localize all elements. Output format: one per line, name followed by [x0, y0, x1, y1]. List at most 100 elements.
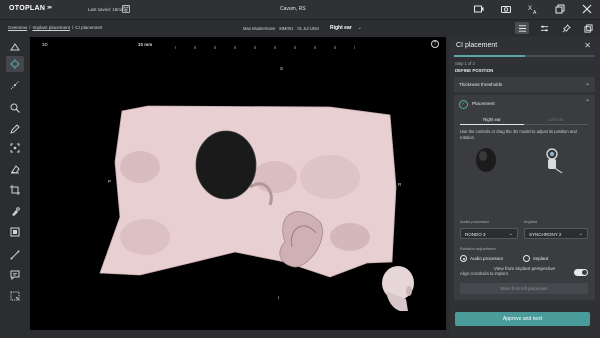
implant-select[interactable]: SYNCHRONY 2 ⌄: [524, 228, 588, 239]
tab-left-ear[interactable]: Left ear: [524, 116, 588, 125]
pin-view-tab[interactable]: [559, 22, 573, 34]
radio-audio-processor[interactable]: Audio processor: [460, 255, 503, 262]
ruler-icon: [10, 250, 20, 260]
patient-name: Max Mustermann: [243, 26, 276, 31]
patient-dob: 01 Jul 1964: [297, 26, 319, 31]
implant-label: Implant: [524, 219, 538, 224]
pencil-icon: [10, 124, 20, 134]
view-mode-tabs: [515, 22, 595, 34]
align-crosshairs-row: Align crosshairs to implant: [460, 269, 588, 276]
home-tool[interactable]: [6, 39, 24, 55]
svg-text:A: A: [533, 10, 537, 14]
last-saved-status: Last saved: 18min: [88, 7, 125, 12]
move-from-left-placement-button[interactable]: Move from left placement: [460, 283, 588, 294]
approve-and-next-button[interactable]: Approve and next: [455, 312, 590, 326]
crop-icon: [10, 185, 20, 195]
orientation-right: R: [398, 182, 402, 187]
segment-tool[interactable]: [6, 204, 24, 220]
chevron-down-icon: ⌄: [578, 231, 583, 237]
crosshair-tool[interactable]: [6, 56, 24, 72]
breadcrumb-current: CI placement: [75, 25, 103, 30]
erase-tool[interactable]: [6, 161, 24, 177]
search-icon: [10, 103, 20, 113]
comment-icon: [10, 270, 20, 280]
step-progress-fill: [454, 55, 525, 57]
points-tool[interactable]: [6, 77, 24, 93]
panel-title: CI placement: [456, 42, 498, 49]
camera-icon[interactable]: [501, 4, 511, 14]
audio-processor-label: Audio processor: [460, 219, 489, 224]
view-icon: [10, 43, 20, 51]
thickness-thresholds-label: Thickness thresholds: [459, 82, 503, 87]
layers-icon: [583, 23, 593, 33]
radio-dot-selected: [460, 255, 467, 262]
3d-viewport[interactable]: 3D 10 mm S P R I ?: [30, 37, 446, 330]
audio-processor-select[interactable]: RONDO 3 ⌄: [460, 228, 518, 239]
fit-icon: [10, 143, 20, 153]
close-window-icon[interactable]: [582, 4, 592, 14]
restore-window-icon[interactable]: [555, 4, 565, 14]
step-indicator: Step 1 of 2: [455, 61, 475, 66]
placement-description: Use the controls or drag the 3D model to…: [460, 129, 577, 140]
thickness-thresholds-accordion[interactable]: Thickness thresholds ⌄: [454, 77, 595, 92]
scale-ruler: [175, 46, 355, 49]
placement-label: Placement: [472, 102, 495, 107]
svg-text:X: X: [528, 6, 532, 12]
region-tool[interactable]: [6, 224, 24, 240]
measure-tool[interactable]: [6, 247, 24, 263]
patient-id: MM001: [279, 26, 294, 31]
breadcrumb-overview[interactable]: Overview: [8, 25, 27, 30]
breadcrumb-separator: /: [71, 25, 74, 30]
screen-record-icon[interactable]: [474, 4, 484, 14]
view-from-implant-link[interactable]: View from implant perspective: [449, 266, 600, 271]
eraser-icon: [11, 165, 20, 174]
logo-chevrons-icon: ››››: [47, 5, 52, 11]
patient-info: Max Mustermann MM001 01 Jul 1964: [243, 26, 319, 31]
layers-view-tab[interactable]: [581, 22, 595, 34]
close-icon[interactable]: ✕: [584, 41, 591, 50]
sub-toolbar: Overview / Implant placement / CI placem…: [0, 20, 600, 37]
translate-icon[interactable]: XA: [528, 4, 538, 14]
pin-icon: [562, 23, 571, 32]
draw-tool[interactable]: [6, 121, 24, 137]
radio-implant-label: Implant: [533, 256, 549, 261]
save-icon[interactable]: [122, 5, 130, 13]
zoom-tool[interactable]: [6, 100, 24, 116]
implant-value: SYNCHRONY 2: [529, 232, 562, 237]
list-view-tab[interactable]: [515, 22, 529, 34]
sliders-icon: [540, 25, 548, 31]
implant-image: [546, 148, 563, 174]
tool-rail: [0, 37, 30, 338]
radio-implant[interactable]: Implant: [523, 255, 548, 262]
view-mode-label: 3D: [42, 42, 48, 47]
window-controls: XA: [474, 4, 592, 14]
breadcrumb-implant-placement[interactable]: Implant placement: [32, 25, 70, 30]
radio-audio-processor-label: Audio processor: [470, 256, 504, 261]
annotation-tool[interactable]: [6, 267, 24, 283]
chevron-up-icon[interactable]: ⌃: [585, 99, 590, 106]
fit-tool[interactable]: [6, 140, 24, 156]
audio-processor-value: RONDO 3: [465, 232, 486, 237]
patient-case-title: Cavum, RS: [280, 6, 306, 12]
step-title: DEFINE POSITION: [455, 68, 494, 73]
ci-placement-panel: CI placement ✕ Step 1 of 2 DEFINE POSITI…: [449, 37, 600, 338]
audio-processor-image: [476, 148, 496, 172]
measure-view-tab[interactable]: [537, 22, 551, 34]
help-icon[interactable]: ?: [431, 40, 439, 48]
orientation-inferior: I: [278, 295, 280, 300]
rotation-radio-group: Audio processor Implant: [460, 255, 548, 262]
ear-tabs: Right ear Left ear: [460, 116, 588, 125]
orientation-superior: S: [280, 66, 284, 71]
region-icon: [10, 227, 20, 237]
breadcrumb: Overview / Implant placement / CI placem…: [8, 25, 102, 30]
points-icon: [10, 80, 20, 90]
crop-tool[interactable]: [6, 182, 24, 198]
step-progress-bar: [454, 55, 595, 57]
scale-label: 10 mm: [138, 42, 153, 47]
align-crosshairs-label: Align crosshairs to implant: [460, 271, 508, 276]
selection-tool[interactable]: [6, 288, 24, 304]
ear-select-dropdown[interactable]: Right ear ⌄: [330, 25, 362, 31]
head-orientation-widget[interactable]: [376, 265, 416, 313]
tab-right-ear[interactable]: Right ear: [460, 116, 524, 125]
paint-icon: [12, 207, 20, 216]
